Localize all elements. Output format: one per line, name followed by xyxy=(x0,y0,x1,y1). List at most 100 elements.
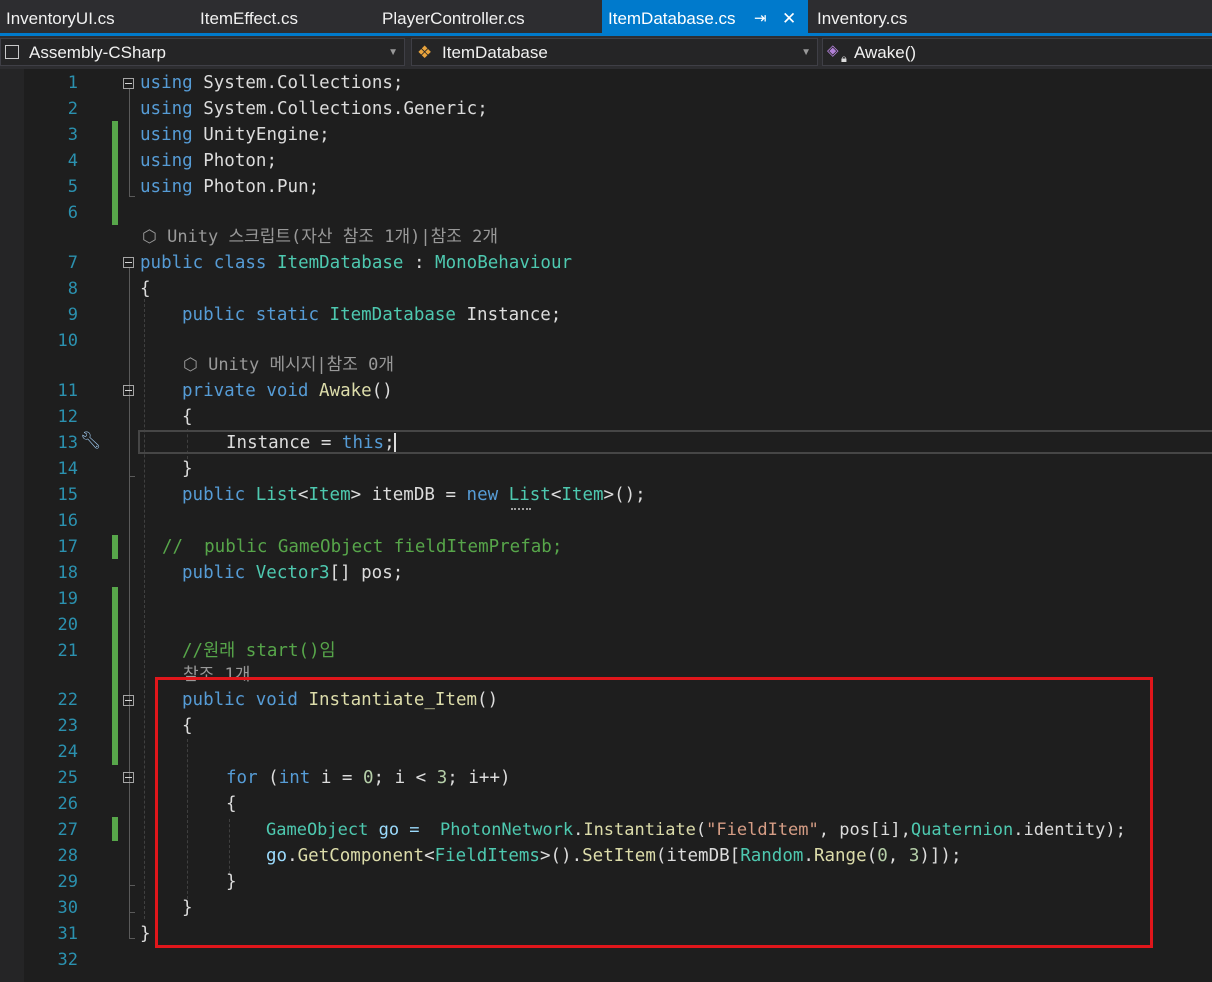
line-number: 4 xyxy=(67,151,78,171)
tab-inventory[interactable]: Inventory.cs xyxy=(817,0,967,33)
line-number: 31 xyxy=(57,924,78,944)
unity-icon: ⬡ xyxy=(142,227,168,247)
code-line-3: using UnityEngine; xyxy=(140,125,330,145)
tab-label: ItemEffect.cs xyxy=(200,9,298,28)
collapse-toggle[interactable] xyxy=(123,257,134,268)
class-dropdown[interactable]: ❖ ItemDatabase ▼ xyxy=(411,38,818,66)
code-line-2: using System.Collections.Generic; xyxy=(140,99,488,119)
method-icon: ◈ xyxy=(827,42,839,59)
class-name: ItemDatabase xyxy=(442,43,548,62)
change-bar xyxy=(112,121,118,225)
codelens-class[interactable]: ⬡ Unity 스크립트(자산 참조 1개)|참조 2개 xyxy=(142,227,498,247)
line-number: 5 xyxy=(67,177,78,197)
code-line-7: public class ItemDatabase : MonoBehaviou… xyxy=(140,253,573,273)
tab-label: PlayerController.cs xyxy=(382,9,525,28)
collapse-toggle[interactable] xyxy=(123,772,134,783)
code-editor[interactable]: 🔧︎ 1 2 3 4 5 6 7 8 9 10 11 12 13 14 15 1… xyxy=(0,69,1212,982)
line-number: 32 xyxy=(57,950,78,970)
tab-label: Inventory.cs xyxy=(817,9,908,28)
code-line-17: // public GameObject fieldItemPrefab; xyxy=(162,537,563,557)
code-line-1: using System.Collections; xyxy=(140,73,404,93)
chevron-down-icon: ▼ xyxy=(388,47,398,58)
navigation-bar: Assembly-CSharp ▼ ❖ ItemDatabase ▼ ◈ 🔒︎ … xyxy=(0,36,1212,69)
member-name: Awake() xyxy=(854,43,917,62)
line-number: 2 xyxy=(67,99,78,119)
document-tab-bar: InventoryUI.cs ItemEffect.cs PlayerContr… xyxy=(0,0,1212,33)
line-number: 24 xyxy=(57,742,78,762)
line-number: 1 xyxy=(67,73,78,93)
code-line-8: { xyxy=(140,279,151,299)
line-number: 21 xyxy=(57,641,78,661)
csharp-project-icon xyxy=(5,45,19,59)
line-number: 20 xyxy=(57,615,78,635)
outline-line xyxy=(129,196,135,197)
code-line-5: using Photon.Pun; xyxy=(140,177,320,197)
line-number: 23 xyxy=(57,716,78,736)
code-line-4: using Photon; xyxy=(140,151,277,171)
line-number: 26 xyxy=(57,794,78,814)
change-bar xyxy=(112,817,118,841)
highlight-annotation-box xyxy=(155,677,1153,948)
member-dropdown[interactable]: ◈ 🔒︎ Awake() xyxy=(822,38,1212,66)
line-number: 6 xyxy=(67,203,78,223)
change-bar xyxy=(112,587,118,765)
line-number: 12 xyxy=(57,407,78,427)
code-line-31: } xyxy=(140,924,151,944)
code-line-11: private void Awake() xyxy=(182,381,393,401)
code-line-18: public Vector3[] pos; xyxy=(182,563,404,583)
code-line-12: { xyxy=(182,407,193,427)
line-number: 27 xyxy=(57,820,78,840)
codelens-awake[interactable]: ⬡ Unity 메시지|참조 0개 xyxy=(183,355,394,375)
line-number: 9 xyxy=(67,305,78,325)
lock-icon: 🔒︎ xyxy=(841,53,847,65)
tab-itemeffect[interactable]: ItemEffect.cs xyxy=(200,0,380,33)
outline-line xyxy=(129,885,135,886)
line-number: 25 xyxy=(57,768,78,788)
collapse-toggle[interactable] xyxy=(123,78,134,89)
class-icon: ❖ xyxy=(417,43,433,62)
project-dropdown[interactable]: Assembly-CSharp ▼ xyxy=(0,38,405,66)
line-number: 14 xyxy=(57,459,78,479)
outline-line xyxy=(129,783,130,885)
line-number: 3 xyxy=(67,125,78,145)
tab-label: ItemDatabase.cs xyxy=(608,9,736,28)
quick-actions-screwdriver-icon[interactable]: 🔧︎ xyxy=(80,431,102,451)
code-line-13: Instance = this; xyxy=(226,433,395,453)
code-line-14: } xyxy=(182,459,193,479)
outline-line xyxy=(129,912,135,913)
line-number: 13 xyxy=(57,433,78,453)
code-line-15: public List<Item> itemDB = new List<Item… xyxy=(182,485,646,505)
change-bar xyxy=(112,535,118,559)
outline-line xyxy=(129,476,135,477)
indent-guide xyxy=(144,299,145,919)
tab-inventoryui[interactable]: InventoryUI.cs xyxy=(6,0,196,33)
line-number: 7 xyxy=(67,253,78,273)
line-number: 19 xyxy=(57,589,78,609)
collapse-toggle[interactable] xyxy=(123,385,134,396)
code-line-9: public static ItemDatabase Instance; xyxy=(182,305,562,325)
line-number: 11 xyxy=(57,381,78,401)
indicator-margin xyxy=(0,69,24,982)
unity-icon: ⬡ xyxy=(183,355,209,375)
line-number: 30 xyxy=(57,898,78,918)
outline-line xyxy=(129,938,135,939)
line-number: 28 xyxy=(57,846,78,866)
code-line-21: //원래 start()임 xyxy=(182,641,336,661)
line-number: 22 xyxy=(57,690,78,710)
line-number: 16 xyxy=(57,511,78,531)
collapse-toggle[interactable] xyxy=(123,695,134,706)
line-number: 17 xyxy=(57,537,78,557)
suggestion-squiggle xyxy=(511,505,531,510)
tab-label: InventoryUI.cs xyxy=(6,9,115,28)
outline-line xyxy=(129,396,130,476)
chevron-down-icon: ▼ xyxy=(801,47,811,58)
tab-playercontroller[interactable]: PlayerController.cs xyxy=(382,0,602,33)
tab-itemdatabase[interactable]: ItemDatabase.cs ⇥ ✕ xyxy=(602,0,808,33)
line-number: 15 xyxy=(57,485,78,505)
project-name: Assembly-CSharp xyxy=(29,43,166,62)
outline-line xyxy=(129,89,130,196)
line-number: 8 xyxy=(67,279,78,299)
line-number: 10 xyxy=(57,331,78,351)
line-number: 29 xyxy=(57,872,78,892)
line-number: 18 xyxy=(57,563,78,583)
